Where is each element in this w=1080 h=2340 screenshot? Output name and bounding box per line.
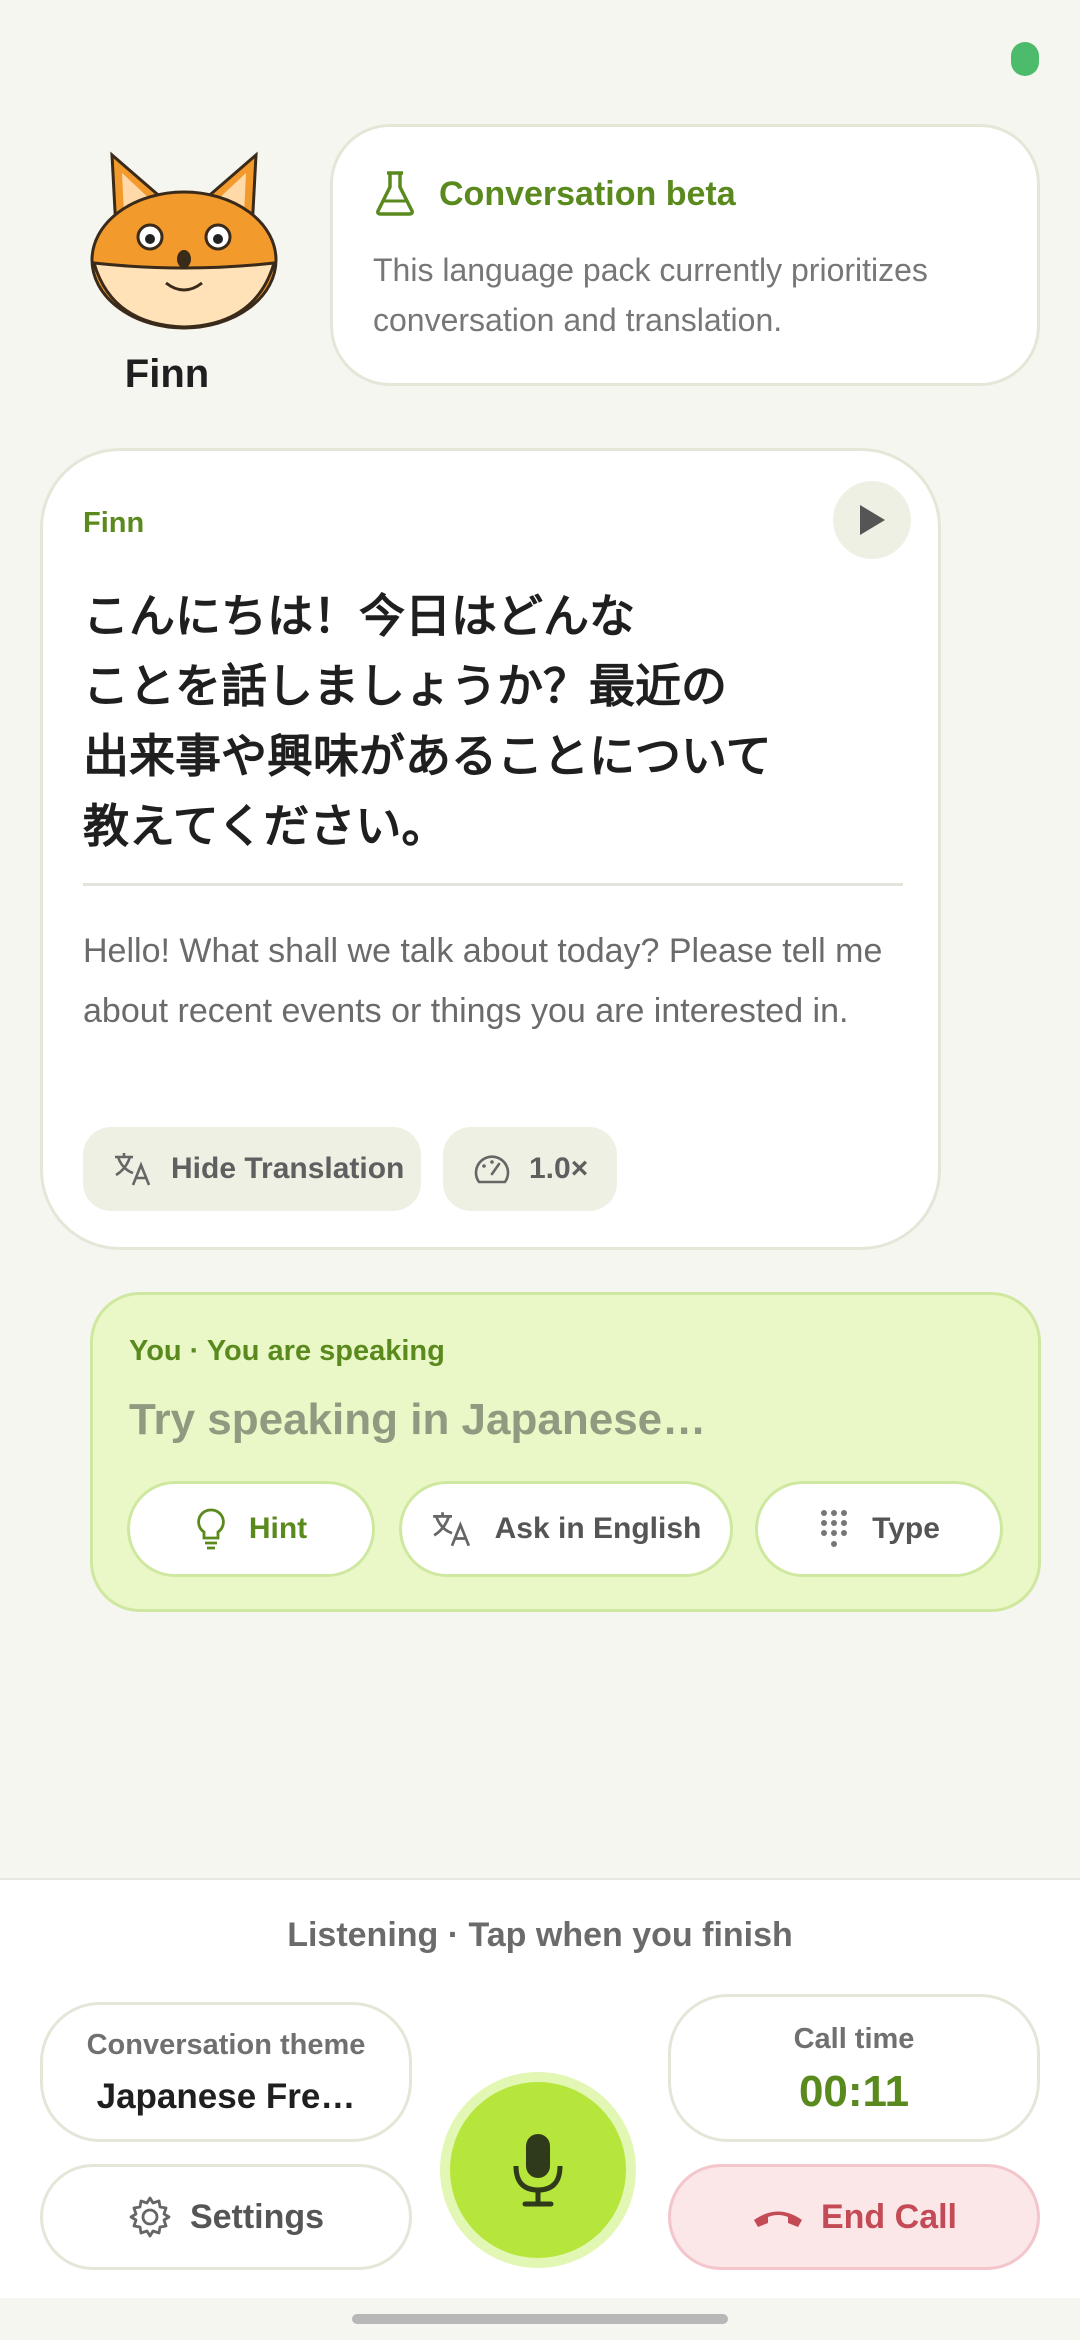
listening-status: Listening · Tap when you finish: [287, 1916, 793, 1954]
translate-icon: [115, 1153, 151, 1186]
microphone-icon: [513, 2134, 563, 2207]
hint-button[interactable]: Hint: [127, 1481, 375, 1577]
call-time-display: Call time 00:11: [668, 1994, 1040, 2142]
japanese-line: こんにちは！今日はどんな: [83, 589, 635, 643]
message-translation: Hello! What shall we talk about today? P…: [83, 932, 883, 1030]
call-time-label: Call time: [793, 2023, 915, 2055]
speedometer-icon: [474, 1155, 510, 1184]
microphone-button-inner[interactable]: [450, 2082, 626, 2258]
beta-notice-card: Conversation beta This language pack cur…: [330, 124, 1040, 386]
theme-value: Japanese Fre…: [96, 2077, 356, 2116]
translate-icon: [432, 1512, 470, 1547]
playback-speed-label: 1.0×: [529, 1152, 589, 1185]
home-indicator[interactable]: [352, 2314, 728, 2324]
tutor-name: Finn: [124, 352, 210, 396]
conversation-theme-selector[interactable]: Conversation theme Japanese Fre…: [40, 2002, 412, 2142]
call-control-panel: Listening · Tap when you finish Conversa…: [0, 1878, 1080, 2298]
flask-icon: [373, 169, 417, 217]
playback-speed-button[interactable]: 1.0×: [443, 1127, 617, 1211]
theme-label: Conversation theme: [86, 2029, 366, 2061]
lightbulb-icon: [197, 1508, 225, 1550]
ask-in-english-label: Ask in English: [494, 1512, 702, 1545]
play-icon: [860, 505, 885, 535]
japanese-line: 教えてください。: [83, 799, 448, 853]
beta-description: This language pack currently prioritizes…: [373, 252, 928, 338]
fox-avatar-icon: [86, 145, 282, 335]
phone-hangup-icon: [753, 2211, 802, 2227]
tutor-message-card: Finn こんにちは！今日はどんな ことを話しましょうか？最近の 出来事や興味が…: [40, 448, 941, 1250]
gear-icon: [129, 2196, 171, 2238]
end-call-label: End Call: [820, 2197, 958, 2236]
keypad-icon: [821, 1510, 848, 1547]
play-audio-button[interactable]: [833, 481, 911, 559]
settings-button[interactable]: Settings: [40, 2164, 412, 2270]
user-response-card: You · You are speaking Try speaking in J…: [90, 1292, 1041, 1612]
call-time-value: 00:11: [798, 2067, 910, 2116]
speech-placeholder: Try speaking in Japanese…: [129, 1395, 707, 1444]
hint-label: Hint: [248, 1512, 308, 1545]
type-label: Type: [872, 1512, 940, 1545]
message-divider: [83, 883, 903, 886]
hide-translation-button[interactable]: Hide Translation: [83, 1127, 421, 1211]
ask-in-english-button[interactable]: Ask in English: [399, 1481, 733, 1577]
hide-translation-label: Hide Translation: [171, 1152, 405, 1185]
end-call-button[interactable]: End Call: [668, 2164, 1040, 2270]
japanese-line: ことを話しましょうか？最近の: [83, 659, 727, 713]
settings-label: Settings: [189, 2197, 325, 2236]
message-speaker: Finn: [83, 507, 145, 539]
microphone-button[interactable]: [440, 2072, 636, 2268]
beta-title: Conversation beta: [439, 175, 736, 213]
japanese-message: こんにちは！今日はどんな ことを話しましょうか？最近の 出来事や興味があることに…: [83, 581, 843, 861]
japanese-line: 出来事や興味があることについて: [83, 729, 772, 783]
type-button[interactable]: Type: [755, 1481, 1003, 1577]
status-indicator: [1011, 42, 1039, 76]
user-status-label: You · You are speaking: [129, 1335, 445, 1367]
